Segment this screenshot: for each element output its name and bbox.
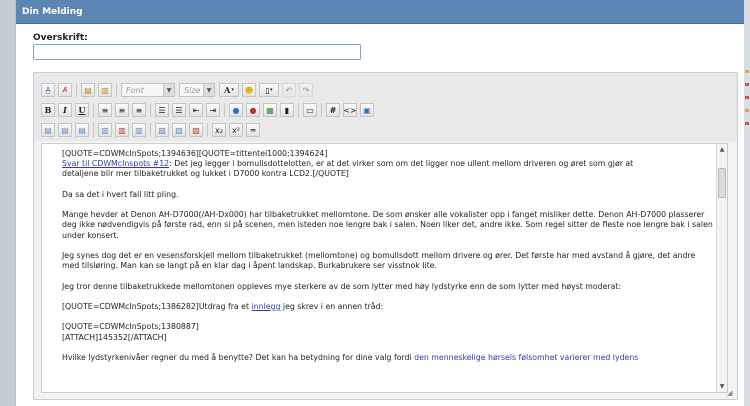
wrap-code-button[interactable]: #: [326, 103, 340, 117]
toolbar-separator: [321, 103, 322, 117]
attachment-icon[interactable]: ▯ ▾: [259, 83, 279, 97]
outdent-icon[interactable]: ⇤: [189, 103, 203, 117]
editor-scrollbar[interactable]: ▲ ▼: [716, 144, 727, 392]
toolbar-separator: [93, 123, 94, 137]
chevron-down-icon: ▼: [163, 84, 174, 96]
font-color-label: A: [224, 85, 231, 95]
red-mark: [745, 83, 749, 86]
insert-after-icon[interactable]: ▨: [172, 123, 186, 137]
toolbar-separator: [150, 103, 151, 117]
toolbar-separator: [150, 123, 151, 137]
subject-label: Overskrift:: [33, 33, 88, 43]
left-gutter: [0, 0, 15, 406]
table-delete-icon[interactable]: ▥: [115, 123, 129, 137]
align-right-icon[interactable]: ≡: [132, 103, 146, 117]
reply-link[interactable]: Svar til CDWMcInspots #12: [62, 159, 169, 168]
message-textarea[interactable]: [QUOTE=CDWMcInSpots;1394636][QUOTE=titte…: [41, 143, 728, 393]
toolbar-separator: [116, 83, 117, 97]
editor-line: detaljene blir mer tilbaketrukket og luk…: [62, 169, 349, 179]
quote-icon[interactable]: ▭: [303, 103, 317, 117]
size-select[interactable]: Size ▼: [179, 83, 215, 97]
scrollbar-thumb[interactable]: [718, 168, 726, 198]
editor-toolbar: A̲ A̸ ▤ ▥ Font ▼ Size ▼ A ▾ ☻ ▯ ▾ ↶ ↷ B …: [34, 73, 737, 141]
orange-mark: [745, 70, 749, 73]
message-panel: Din Melding Overskrift: A̲ A̸ ▤ ▥ Font ▼…: [15, 0, 744, 406]
hearing-link[interactable]: den menneskelige hørsels følsomhet varie…: [414, 353, 638, 362]
red-mark: [745, 122, 749, 125]
font-select-label: Font: [126, 85, 144, 95]
message-content: [QUOTE=CDWMcInSpots;1394636][QUOTE=titte…: [62, 149, 715, 373]
editor-line: [QUOTE=CDWMcInSpots;1394636][QUOTE=titte…: [62, 149, 328, 158]
rich-text-editor: A̲ A̸ ▤ ▥ Font ▼ Size ▼ A ▾ ☻ ▯ ▾ ↶ ↷ B …: [33, 72, 738, 400]
toolbar-separator: [298, 103, 299, 117]
toolbar-separator: [224, 103, 225, 117]
bold-button[interactable]: B: [41, 103, 55, 117]
editor-line: [ATTACH]145352[/ATTACH]: [62, 332, 167, 342]
panel-header: Din Melding: [16, 0, 744, 24]
table-row-icon[interactable]: ▤: [58, 123, 72, 137]
panel-title: Din Melding: [22, 6, 83, 17]
post-link[interactable]: innlegg: [252, 302, 281, 311]
paste-text-icon[interactable]: ▥: [98, 83, 112, 97]
emoticon-icon[interactable]: ☻: [242, 83, 256, 97]
toolbar-separator: [76, 83, 77, 97]
align-left-icon[interactable]: ≡: [98, 103, 112, 117]
html-code-button[interactable]: <>: [343, 103, 357, 117]
link-icon[interactable]: ●: [229, 103, 243, 117]
toolbar-separator: [207, 123, 208, 137]
delete-cell-icon[interactable]: ▨: [189, 123, 203, 137]
table-merge-icon[interactable]: ▥: [132, 123, 146, 137]
undo-icon[interactable]: ↶: [282, 83, 296, 97]
subject-input[interactable]: [33, 44, 361, 60]
clear-format-icon[interactable]: A̸: [58, 83, 72, 97]
red-mark: [745, 96, 749, 99]
video-icon[interactable]: ▮: [280, 103, 294, 117]
font-select[interactable]: Font ▼: [121, 83, 175, 97]
resize-grip-icon[interactable]: ◢: [727, 389, 735, 397]
toolbar-separator: [93, 103, 94, 117]
superscript-button[interactable]: x²: [229, 123, 243, 137]
editor-paragraph: Jeg tror denne tilbaketrukkede mellomton…: [62, 281, 622, 291]
size-select-label: Size: [184, 85, 201, 95]
right-edge-marks: [745, 70, 750, 135]
scroll-down-icon[interactable]: ▼: [717, 381, 727, 392]
chevron-down-icon: ▼: [203, 84, 214, 96]
editor-line: jeg skrev i en annen tråd:: [280, 301, 384, 311]
redo-icon[interactable]: ↷: [299, 83, 313, 97]
underline-button[interactable]: U: [75, 103, 89, 117]
table-icon[interactable]: ▤: [41, 123, 55, 137]
subscript-button[interactable]: x₂: [212, 123, 226, 137]
unordered-list-icon[interactable]: ☰: [172, 103, 186, 117]
editor-paragraph: Mange hevder at Denon AH-D7000(/AH-Dx000…: [62, 210, 713, 240]
editor-line: [QUOTE=CDWMcInSpots;1380887]: [62, 322, 199, 332]
orange-mark: [745, 109, 749, 112]
italic-button[interactable]: I: [58, 103, 72, 117]
editor-line: [QUOTE=CDWMcInSpots;1386282]Utdrag fra e…: [62, 301, 252, 311]
ordered-list-icon[interactable]: ☰: [155, 103, 169, 117]
remove-format-icon[interactable]: A̲: [41, 83, 55, 97]
scroll-up-icon[interactable]: ▲: [717, 144, 727, 155]
editor-line: Hvilke lydstyrkenivåer regner du med å b…: [62, 352, 415, 362]
editor-paragraph: Da sa det i hvert fall litt pling.: [62, 189, 179, 199]
image-icon[interactable]: ▦: [263, 103, 277, 117]
table-insert-icon[interactable]: ▥: [98, 123, 112, 137]
unlink-icon[interactable]: ●: [246, 103, 260, 117]
editor-paragraph: Jeg synes dog det er en vesensforskjell …: [62, 250, 696, 271]
editor-line: : Det jeg legger i bomullsdottelotten, e…: [169, 159, 634, 169]
insert-before-icon[interactable]: ▧: [155, 123, 169, 137]
table-col-icon[interactable]: ▤: [75, 123, 89, 137]
paste-icon[interactable]: ▤: [81, 83, 95, 97]
align-center-icon[interactable]: ≡: [115, 103, 129, 117]
indent-icon[interactable]: ⇥: [206, 103, 220, 117]
horizontal-rule-icon[interactable]: ═: [246, 123, 260, 137]
font-color-button[interactable]: A ▾: [219, 83, 239, 97]
php-code-icon[interactable]: ▣: [360, 103, 374, 117]
